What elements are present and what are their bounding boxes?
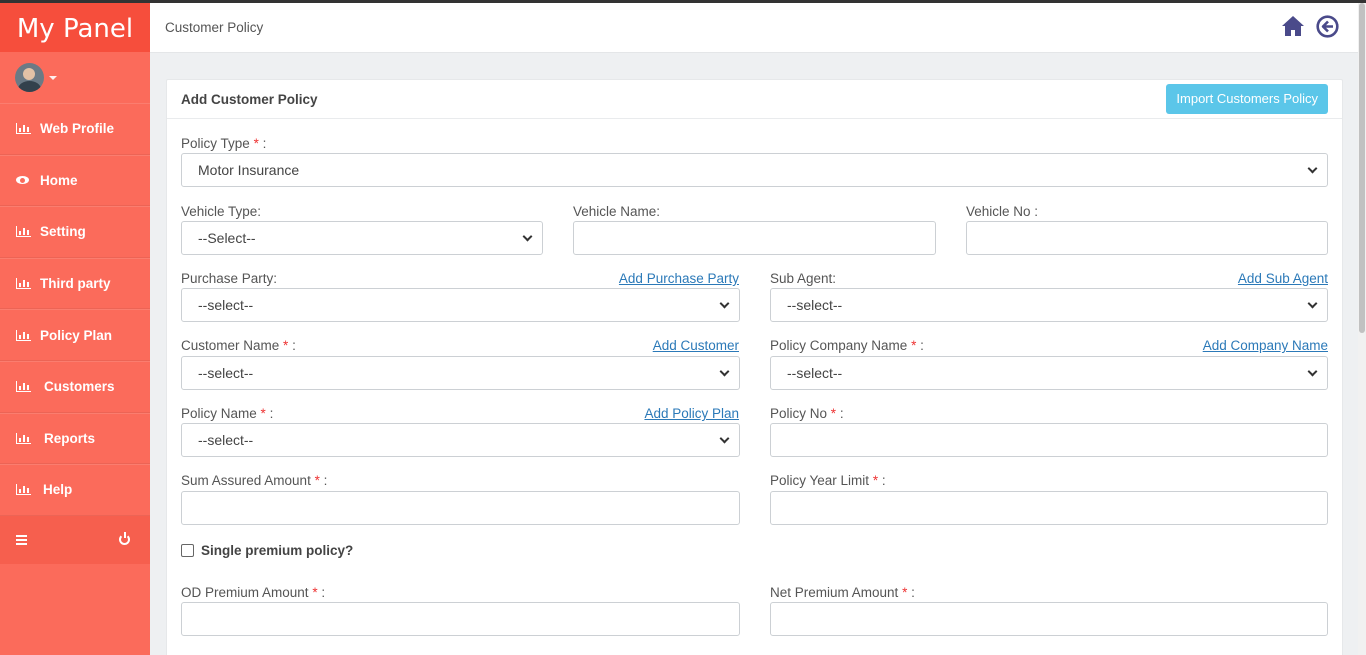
add-purchase-party-link[interactable]: Add Purchase Party [619, 271, 739, 286]
chevron-down-icon [1307, 163, 1318, 173]
vehicle-type-select[interactable]: --Select-- [181, 221, 543, 255]
back-circle-icon[interactable] [1316, 15, 1339, 38]
page-scrollbar[interactable] [1358, 3, 1366, 655]
vehicle-name-input[interactable] [573, 221, 936, 255]
scrollbar-thumb[interactable] [1359, 3, 1365, 333]
net-premium-amount-label: Net Premium Amount * : [770, 585, 915, 600]
sidebar-item-customers[interactable]: Customers [0, 360, 150, 413]
policy-company-name-select[interactable]: --select-- [770, 356, 1328, 390]
sidebar-item-label: Setting [40, 224, 86, 240]
bar-chart-icon [16, 381, 32, 393]
vehicle-no-input[interactable] [966, 221, 1328, 255]
bar-chart-icon [16, 432, 32, 444]
add-sub-agent-link[interactable]: Add Sub Agent [1238, 271, 1328, 286]
policy-name-select[interactable]: --select-- [181, 423, 740, 457]
import-customers-policy-button[interactable]: Import Customers Policy [1166, 84, 1328, 114]
chevron-down-icon [719, 298, 730, 308]
add-customer-policy-panel: Add Customer Policy Import Customers Pol… [166, 79, 1343, 655]
policy-no-label: Policy No * : [770, 406, 844, 421]
sidebar-item-label: Policy Plan [40, 327, 113, 343]
policy-name-label: Policy Name * : [181, 406, 274, 421]
bar-chart-icon [16, 329, 32, 341]
sidebar-item-web-profile[interactable]: Web Profile [0, 103, 150, 155]
sidebar-item-label: Home [40, 172, 78, 188]
top-header: Customer Policy [150, 3, 1358, 53]
chevron-down-icon [719, 366, 730, 376]
menu-toggle-icon[interactable] [16, 534, 27, 545]
sidebar-item-home[interactable]: Home [0, 154, 150, 207]
home-icon[interactable] [1281, 15, 1305, 37]
vehicle-type-label: Vehicle Type: [181, 204, 262, 219]
avatar[interactable] [15, 63, 44, 92]
panel-title: Add Customer Policy [181, 92, 318, 107]
sidebar: My Panel Web Profile Home Setting Third … [0, 3, 150, 655]
caret-down-icon[interactable] [49, 75, 57, 80]
sub-agent-select[interactable]: --select-- [770, 288, 1328, 322]
sidebar-item-label: Third party [40, 276, 111, 292]
customer-name-select[interactable]: --select-- [181, 356, 740, 390]
sidebar-item-setting[interactable]: Setting [0, 206, 150, 258]
sidebar-item-label: Reports [44, 430, 96, 446]
bar-chart-icon [16, 123, 32, 135]
sum-assured-amount-label: Sum Assured Amount * : [181, 473, 328, 488]
policy-year-limit-input[interactable] [770, 491, 1328, 525]
bar-chart-icon [16, 278, 32, 290]
vehicle-no-label: Vehicle No : [966, 204, 1039, 219]
sidebar-item-label: Web Profile [40, 121, 115, 137]
policy-company-name-label: Policy Company Name * : [770, 338, 924, 353]
eye-icon [16, 176, 32, 185]
chevron-down-icon [1307, 298, 1318, 308]
single-premium-policy-option[interactable]: Single premium policy? [181, 543, 353, 558]
net-premium-amount-input[interactable] [770, 602, 1328, 636]
single-premium-policy-checkbox[interactable] [181, 544, 194, 557]
power-icon[interactable] [119, 532, 130, 546]
sidebar-item-help[interactable]: Help [0, 464, 150, 516]
policy-year-limit-label: Policy Year Limit * : [770, 473, 886, 488]
sub-agent-label: Sub Agent: [770, 271, 837, 286]
chevron-down-icon [1307, 366, 1318, 376]
sidebar-footer [0, 515, 150, 564]
add-company-name-link[interactable]: Add Company Name [1203, 338, 1328, 353]
brand-logo[interactable]: My Panel [0, 3, 150, 52]
sum-assured-amount-input[interactable] [181, 491, 740, 525]
user-menu[interactable] [0, 52, 150, 103]
single-premium-policy-label: Single premium policy? [201, 543, 354, 558]
policy-type-select[interactable]: Motor Insurance [181, 153, 1328, 187]
purchase-party-select[interactable]: --select-- [181, 288, 740, 322]
add-customer-link[interactable]: Add Customer [653, 338, 739, 353]
sidebar-item-third-party[interactable]: Third party [0, 257, 150, 310]
od-premium-amount-input[interactable] [181, 602, 740, 636]
panel-header: Add Customer Policy Import Customers Pol… [167, 80, 1342, 119]
vehicle-name-label: Vehicle Name: [573, 204, 661, 219]
bar-chart-icon [16, 484, 32, 496]
sidebar-item-label: Help [43, 482, 73, 498]
customer-name-label: Customer Name * : [181, 338, 296, 353]
sidebar-item-label: Customers [44, 379, 115, 395]
bar-chart-icon [16, 226, 32, 238]
policy-no-input[interactable] [770, 423, 1328, 457]
chevron-down-icon [522, 231, 533, 241]
add-policy-plan-link[interactable]: Add Policy Plan [644, 406, 739, 421]
policy-type-label: Policy Type * : [181, 136, 267, 151]
od-premium-amount-label: OD Premium Amount * : [181, 585, 326, 600]
sidebar-item-policy-plan[interactable]: Policy Plan [0, 309, 150, 361]
page-title: Customer Policy [165, 20, 264, 35]
chevron-down-icon [719, 433, 730, 443]
purchase-party-label: Purchase Party: [181, 271, 278, 286]
sidebar-item-reports[interactable]: Reports [0, 412, 150, 465]
